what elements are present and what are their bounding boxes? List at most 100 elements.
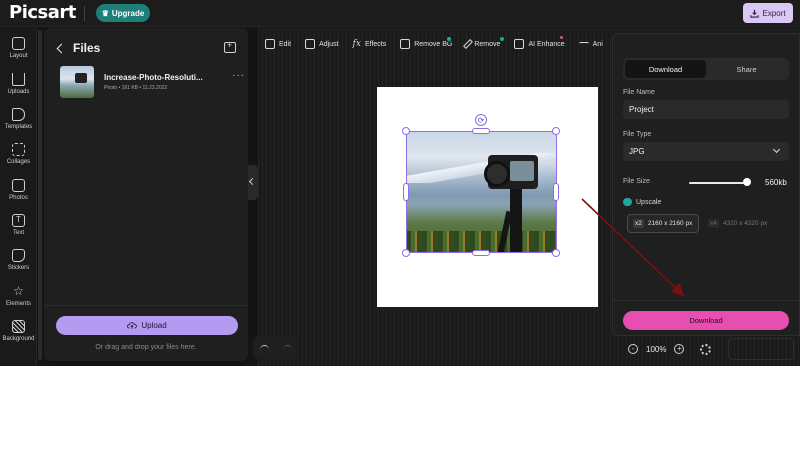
layout-icon (12, 37, 25, 50)
files-title: Files (73, 41, 101, 55)
tool-label: Edit (279, 40, 292, 48)
collapse-panel-button[interactable] (248, 165, 258, 200)
redo-icon[interactable] (283, 344, 292, 352)
tool-animate[interactable]: Ani (572, 33, 610, 55)
top-divider (84, 6, 85, 21)
file-size-label: File Size (623, 178, 650, 185)
tool-remove[interactable]: Remove (459, 33, 507, 55)
rail-scrollbar[interactable] (38, 30, 42, 360)
text-icon: T (12, 214, 25, 227)
ai-enhance-icon (514, 39, 525, 49)
premium-badge-icon (623, 198, 632, 206)
rail-item-photos[interactable]: Photos (0, 176, 37, 210)
zoom-value: 100% (646, 344, 667, 354)
file-size-slider[interactable] (689, 182, 747, 184)
templates-icon (12, 108, 25, 121)
file-name: Increase-Photo-Resoluti... (104, 73, 203, 82)
upscale-option-x2[interactable]: x2 2160 x 2160 px (627, 214, 699, 233)
rail-item-uploads[interactable]: Uploads (0, 70, 37, 104)
gear-icon[interactable] (700, 343, 712, 355)
selection-box[interactable] (406, 131, 557, 253)
resize-handle-top[interactable] (472, 128, 490, 134)
resize-handle-left[interactable] (403, 183, 409, 201)
upgrade-button[interactable]: ♛ Upgrade (96, 4, 150, 22)
download-icon (750, 9, 760, 18)
undo-icon[interactable] (260, 344, 269, 352)
upscale-size: 4320 x 4320 px (722, 220, 768, 227)
download-button[interactable]: Download (623, 311, 789, 330)
tab-share[interactable]: Share (706, 60, 787, 78)
editor-toolbar: Edit Adjust fx Effects Remove BG Remove … (258, 33, 618, 55)
tool-ai-enhance[interactable]: AI Enhance (507, 33, 571, 55)
upscale-option-x4[interactable]: x4 4320 x 4320 px (703, 214, 775, 233)
rail-label: Text (12, 230, 24, 236)
new-dot-icon (560, 36, 564, 39)
tool-remove-bg[interactable]: Remove BG (393, 33, 459, 55)
file-type-select[interactable]: JPG (623, 142, 789, 161)
zoom-out-icon[interactable]: - (628, 344, 638, 354)
export-label: Export (762, 8, 786, 18)
zoom-in-icon[interactable]: + (674, 344, 685, 354)
file-meta: Photo • 161 KB • 11.23.2022 (104, 85, 168, 91)
file-type-label: File Type (623, 131, 652, 138)
premium-badge-icon (499, 36, 506, 42)
tool-label: AI Enhance (528, 40, 565, 48)
photos-icon (12, 179, 25, 192)
resize-handle-bl[interactable] (402, 249, 410, 257)
layers-toggle[interactable] (728, 338, 794, 360)
rail-item-text[interactable]: T Text (0, 211, 37, 245)
remove-bg-icon (400, 39, 411, 49)
file-size-row: File Size 560kb (623, 177, 793, 189)
file-thumbnail (60, 66, 94, 98)
adjust-icon (305, 39, 316, 49)
files-back-button[interactable]: Files (56, 41, 101, 55)
more-icon[interactable]: ··· (232, 70, 245, 81)
edit-icon (265, 39, 275, 49)
rail-item-background[interactable]: Background (0, 317, 37, 351)
tool-label: Remove (474, 40, 501, 48)
resize-handle-tl[interactable] (402, 127, 410, 135)
tab-download[interactable]: Download (625, 60, 706, 78)
rail-label: Collages (6, 159, 31, 165)
rail-item-elements[interactable]: ☆ Elements (0, 282, 37, 316)
files-panel: Files Increase-Photo-Resoluti... Photo •… (44, 28, 248, 361)
file-item[interactable]: Increase-Photo-Resoluti... Photo • 161 K… (60, 66, 245, 100)
resize-handle-br[interactable] (552, 249, 560, 257)
upload-button[interactable]: Upload (56, 316, 238, 335)
rail-label: Stickers (7, 265, 30, 271)
file-name-label: File Name (623, 89, 655, 96)
picsart-editor: Picsart ♛ Upgrade Export Layout Uploads … (0, 0, 800, 366)
rail-label: Photos (9, 195, 28, 201)
tool-adjust[interactable]: Adjust (298, 33, 345, 55)
upscale-tag: x2 (633, 219, 644, 228)
rail-item-stickers[interactable]: Stickers (0, 246, 37, 280)
tool-label: Effects (364, 40, 387, 48)
resize-handle-right[interactable] (553, 183, 559, 201)
export-tabs: Download Share (623, 58, 789, 80)
rail-label: Background (2, 336, 35, 342)
rail-item-layout[interactable]: Layout (0, 34, 37, 68)
resize-handle-tr[interactable] (552, 127, 560, 135)
upscale-tag: x4 (708, 219, 719, 228)
picsart-logo[interactable]: Picsart (9, 2, 76, 23)
add-folder-icon[interactable] (224, 40, 236, 53)
rail-item-collages[interactable]: Collages (0, 140, 37, 174)
files-divider (44, 305, 248, 306)
upscale-size: 2160 x 2160 px (647, 220, 693, 227)
rail-label: Templates (4, 124, 33, 130)
export-panel: Download Share File Name Project File Ty… (612, 33, 800, 336)
top-bar: Picsart ♛ Upgrade Export (0, 0, 800, 27)
rail-label: Layout (9, 53, 28, 59)
background-icon (12, 320, 25, 333)
file-name-field[interactable]: Project (623, 100, 789, 119)
rail-label: Uploads (7, 89, 30, 95)
export-button[interactable]: Export (743, 3, 793, 23)
rotate-icon[interactable]: ⟳ (475, 114, 487, 126)
rail-item-templates[interactable]: Templates (0, 105, 37, 139)
tool-effects[interactable]: fx Effects (346, 33, 394, 55)
stickers-icon (12, 249, 25, 262)
resize-handle-bottom[interactable] (472, 250, 490, 256)
file-size-slider-thumb[interactable] (743, 178, 751, 186)
tool-edit[interactable]: Edit (258, 33, 298, 55)
upload-hint: Or drag and drop your files here. (95, 344, 197, 351)
